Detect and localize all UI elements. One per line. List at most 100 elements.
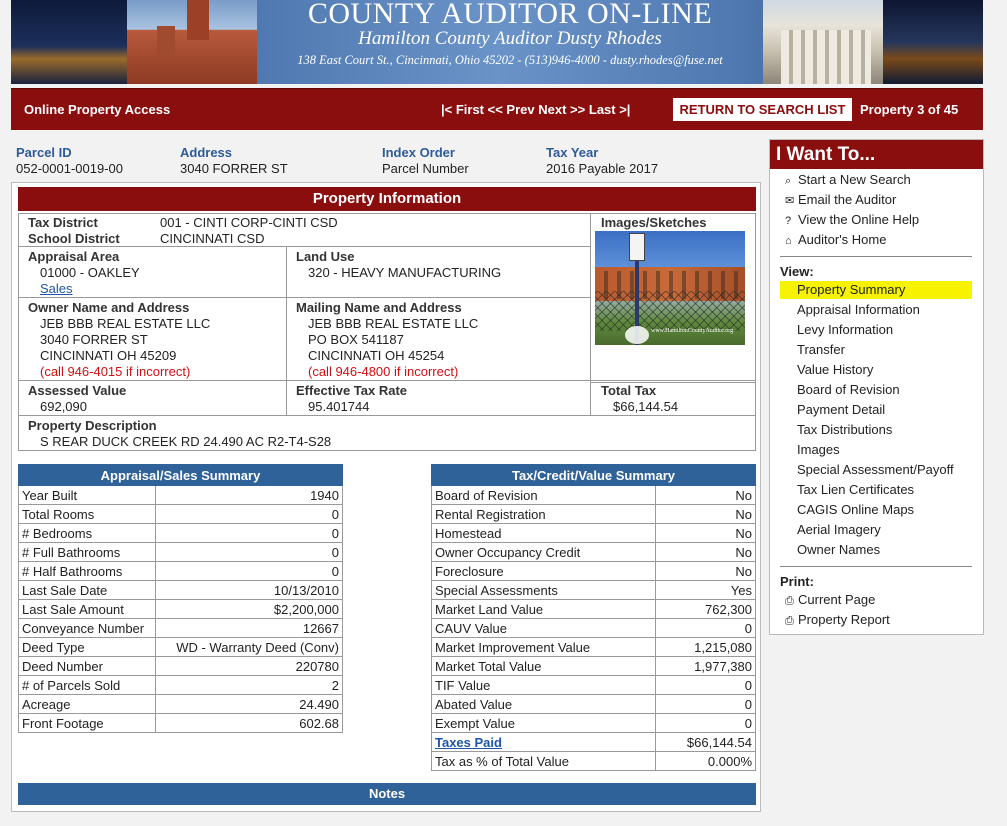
navigation-bar: Online Property Access |< First << Prev … bbox=[11, 88, 983, 130]
row-value: Yes bbox=[655, 580, 756, 600]
index-order-value: Parcel Number bbox=[382, 161, 469, 176]
row-value: 0 bbox=[655, 675, 756, 695]
record-position: Property 3 of 45 bbox=[860, 102, 959, 117]
view-link-cagis-online-maps[interactable]: CAGIS Online Maps bbox=[797, 502, 914, 517]
return-to-search-button[interactable]: RETURN TO SEARCH LIST bbox=[673, 98, 852, 121]
prev-link[interactable]: << Prev bbox=[488, 102, 535, 117]
property-info-panel: Property Information Tax District 001 - … bbox=[11, 182, 761, 812]
row-value: 0 bbox=[155, 523, 343, 543]
row-label: Acreage bbox=[18, 694, 156, 714]
appraisal-area-cell: Appraisal Area 01000 - OAKLEY Sales bbox=[18, 246, 287, 298]
email-icon: ✉ bbox=[785, 195, 795, 207]
table-row: Last Sale Date 10/13/2010 bbox=[18, 580, 343, 600]
table-row: Rental Registration No bbox=[431, 504, 756, 524]
row-value: No bbox=[655, 542, 756, 562]
action-auditor-s-home[interactable]: ⌂ Auditor's Home bbox=[785, 232, 886, 247]
tax-district-value: 001 - CINTI CORP-CINTI CSD bbox=[160, 215, 338, 230]
city-skyline-photo bbox=[11, 0, 127, 84]
view-link-board-of-revision[interactable]: Board of Revision bbox=[797, 382, 900, 397]
table-row: Year Built 1940 bbox=[18, 485, 343, 505]
row-value: 0 bbox=[655, 618, 756, 638]
view-link-special-assessment-payoff[interactable]: Special Assessment/Payoff bbox=[797, 462, 954, 477]
row-value: No bbox=[655, 485, 756, 505]
row-label: Deed Type bbox=[18, 637, 156, 657]
district-cell: Tax District 001 - CINTI CORP-CINTI CSD … bbox=[18, 213, 591, 247]
photo-watermark: www.HamiltonCountyAuditor.org bbox=[651, 328, 734, 334]
property-photo[interactable]: www.HamiltonCountyAuditor.org bbox=[595, 231, 745, 345]
action-label: Email the Auditor bbox=[798, 192, 897, 207]
row-value: 1,215,080 bbox=[655, 637, 756, 657]
appraisal-area-value: 01000 - OAKLEY bbox=[40, 265, 140, 280]
owner-line-1: JEB BBB REAL ESTATE LLC bbox=[40, 316, 211, 331]
next-link[interactable]: Next >> bbox=[538, 102, 585, 117]
taxes-paid-link[interactable]: Taxes Paid bbox=[431, 732, 656, 752]
street-sign bbox=[629, 233, 645, 261]
banner-title: COUNTY AUDITOR ON-LINE bbox=[307, 0, 713, 30]
description-label: Property Description bbox=[28, 418, 157, 433]
table-row: CAUV Value 0 bbox=[431, 618, 756, 638]
parcel-id-label: Parcel ID bbox=[16, 145, 72, 160]
action-label: View the Online Help bbox=[798, 212, 920, 227]
appraisal-sales-table: Appraisal/Sales Summary Year Built 1940 To… bbox=[18, 464, 343, 733]
last-link[interactable]: Last >| bbox=[589, 102, 631, 117]
action-email-the-auditor[interactable]: ✉ Email the Auditor bbox=[785, 192, 896, 207]
table-row: Front Footage 602.68 bbox=[18, 713, 343, 733]
images-sketches-label: Images/Sketches bbox=[601, 215, 707, 230]
row-value: 0.000% bbox=[655, 751, 756, 771]
view-link-tax-distributions[interactable]: Tax Distributions bbox=[797, 422, 892, 437]
tax-district-label: Tax District bbox=[28, 215, 98, 230]
parcel-id-value: 052-0001-0019-00 bbox=[16, 161, 123, 176]
row-label: Board of Revision bbox=[431, 485, 656, 505]
view-link-levy-information[interactable]: Levy Information bbox=[797, 322, 893, 337]
table-row: # Half Bathrooms 0 bbox=[18, 561, 343, 581]
table-row: Tax as % of Total Value 0.000% bbox=[431, 751, 756, 771]
sales-link[interactable]: Sales bbox=[40, 281, 73, 297]
first-link[interactable]: |< First bbox=[441, 102, 484, 117]
table-row: # Full Bathrooms 0 bbox=[18, 542, 343, 562]
view-link-owner-names[interactable]: Owner Names bbox=[797, 542, 880, 557]
land-use-value: 320 - HEAVY MANUFACTURING bbox=[308, 265, 502, 280]
mailing-line-1: JEB BBB REAL ESTATE LLC bbox=[308, 316, 479, 331]
row-value: 0 bbox=[155, 542, 343, 562]
row-label: Total Rooms bbox=[18, 504, 156, 524]
row-value: 0 bbox=[155, 561, 343, 581]
row-label: Special Assessments bbox=[431, 580, 656, 600]
view-link-aerial-imagery[interactable]: Aerial Imagery bbox=[797, 522, 881, 537]
tax-rate-cell: Effective Tax Rate 95.401744 bbox=[286, 380, 591, 416]
row-label: # of Parcels Sold bbox=[18, 675, 156, 695]
print-property-report[interactable]: ⎙ Property Report bbox=[785, 612, 890, 628]
row-value: 2 bbox=[155, 675, 343, 695]
row-label: Market Land Value bbox=[431, 599, 656, 619]
mailing-label: Mailing Name and Address bbox=[296, 300, 462, 315]
view-link-value-history[interactable]: Value History bbox=[797, 362, 873, 377]
row-label: Owner Occupancy Credit bbox=[431, 542, 656, 562]
row-value: WD - Warranty Deed (Conv) bbox=[155, 637, 343, 657]
row-value: 762,300 bbox=[655, 599, 756, 619]
help-icon: ? bbox=[785, 215, 792, 227]
table-row: Taxes Paid $66,144.54 bbox=[431, 732, 756, 752]
view-link-transfer[interactable]: Transfer bbox=[797, 342, 845, 357]
row-label: Market Improvement Value bbox=[431, 637, 656, 657]
record-pager: |< First << Prev Next >> Last >| bbox=[441, 102, 630, 117]
print-current-page[interactable]: ⎙ Current Page bbox=[785, 592, 875, 608]
table-row: # of Parcels Sold 2 bbox=[18, 675, 343, 695]
address-value: 3040 FORRER ST bbox=[180, 161, 288, 176]
table-row: Owner Occupancy Credit No bbox=[431, 542, 756, 562]
view-link-tax-lien-certificates[interactable]: Tax Lien Certificates bbox=[797, 482, 914, 497]
table-row: Market Land Value 762,300 bbox=[431, 599, 756, 619]
tax-rate-value: 95.401744 bbox=[308, 399, 370, 414]
tax-credit-value-heading: Tax/Credit/Value Summary bbox=[431, 464, 756, 486]
view-link-images[interactable]: Images bbox=[797, 442, 840, 457]
view-link-payment-detail[interactable]: Payment Detail bbox=[797, 402, 885, 417]
view-link-property-summary[interactable]: Property Summary bbox=[797, 282, 905, 297]
view-link-appraisal-information[interactable]: Appraisal Information bbox=[797, 302, 920, 317]
action-view-the-online-help[interactable]: ? View the Online Help bbox=[785, 212, 919, 227]
action-start-a-new-search[interactable]: ⌕ Start a New Search bbox=[785, 172, 911, 188]
tax-rate-label: Effective Tax Rate bbox=[296, 383, 408, 398]
tax-year-label: Tax Year bbox=[546, 145, 599, 160]
table-row: Special Assessments Yes bbox=[431, 580, 756, 600]
row-value: 220780 bbox=[155, 656, 343, 676]
row-value: 0 bbox=[655, 694, 756, 714]
row-label: TIF Value bbox=[431, 675, 656, 695]
notes-heading[interactable]: Notes bbox=[18, 783, 756, 805]
